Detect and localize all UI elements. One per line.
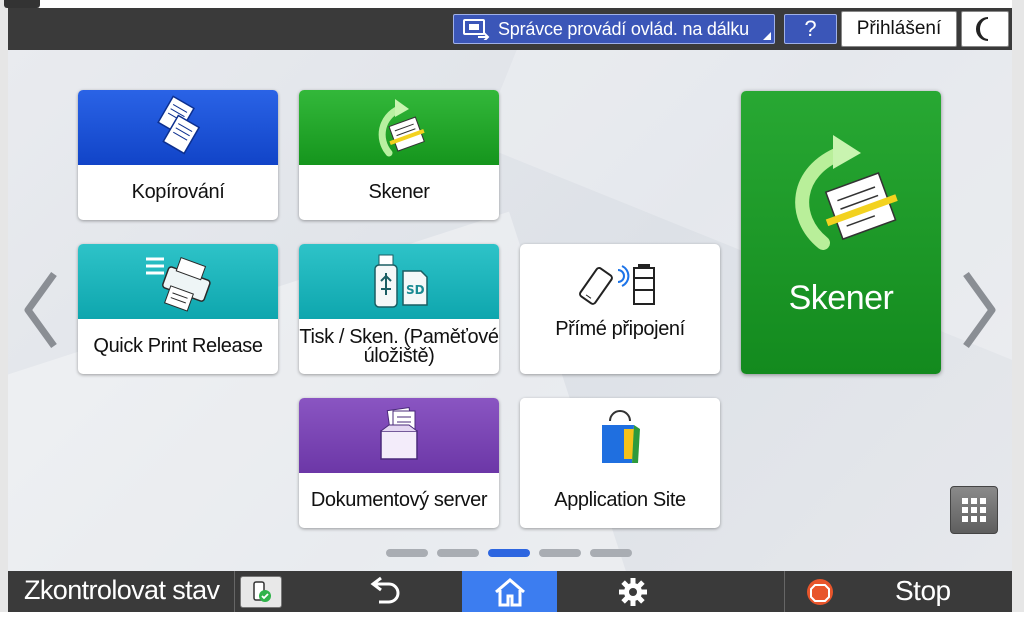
svg-text:SD: SD — [406, 283, 425, 297]
top-bar: Správce provádí ovlád. na dálku ? Přihlá… — [8, 8, 1012, 50]
tile-label: Tisk / Sken. (Paměťové úložiště) — [299, 325, 499, 367]
quick-print-icon — [146, 257, 211, 312]
remote-control-icon — [463, 19, 490, 40]
featured-label: Skener — [788, 279, 894, 317]
tile-label: Přímé připojení — [555, 317, 685, 340]
tile-application-site[interactable]: Application Site — [520, 398, 720, 528]
featured-scanner-tile[interactable]: Skener — [741, 91, 941, 374]
grid-icon — [962, 498, 986, 522]
energy-saver-button[interactable] — [961, 11, 1009, 47]
moon-icon — [976, 17, 989, 41]
stop-icon — [807, 579, 833, 605]
page-indicator — [386, 549, 632, 557]
previous-page-arrow[interactable] — [20, 270, 60, 350]
app-list-button[interactable] — [950, 486, 998, 534]
usb-sd-icon: SD — [374, 254, 428, 308]
page-dot[interactable] — [590, 549, 632, 557]
copy-icon — [157, 95, 201, 155]
screen-frame-right — [1012, 0, 1024, 628]
device-status-icon — [253, 581, 271, 602]
shopping-bag-icon — [602, 410, 640, 463]
page-dot[interactable] — [539, 549, 581, 557]
tile-label: Skener — [368, 181, 430, 203]
page-dot[interactable] — [437, 549, 479, 557]
scanner-icon — [795, 135, 898, 250]
page-dot[interactable] — [386, 549, 428, 557]
settings-gear-icon[interactable] — [618, 577, 648, 607]
tile-header: SD — [299, 244, 499, 319]
next-page-arrow[interactable] — [960, 270, 1000, 350]
tile-header — [299, 398, 499, 473]
tile-label: Quick Print Release — [93, 335, 263, 357]
tile-quick-print-release[interactable]: Quick Print Release — [78, 244, 278, 374]
scanner-icon — [378, 99, 425, 157]
tile-print-scan-storage[interactable]: SD Tisk / Sken. (Paměťové úložiště) — [299, 244, 499, 374]
tile-label: Dokumentový server — [310, 489, 488, 511]
bottom-bar: Zkontrolovat stav Stop — [8, 571, 1012, 612]
document-server-icon — [380, 407, 418, 460]
login-button[interactable]: Přihlášení — [841, 11, 957, 47]
tile-copy[interactable]: Kopírování — [78, 90, 278, 220]
home-button[interactable] — [462, 571, 557, 612]
expand-corner-icon — [763, 32, 771, 40]
back-arrow-icon[interactable] — [363, 576, 407, 608]
tile-label: Kopírování — [131, 181, 225, 203]
page-dot-active[interactable] — [488, 549, 530, 557]
tile-scanner[interactable]: Skener — [299, 90, 499, 220]
tile-header — [78, 244, 278, 319]
remote-control-button[interactable]: Správce provádí ovlád. na dálku — [453, 14, 775, 44]
tile-document-server[interactable]: Dokumentový server — [299, 398, 499, 528]
tile-label: Application Site — [554, 489, 686, 511]
stop-button[interactable]: Stop — [785, 571, 1012, 612]
tile-header — [299, 90, 499, 165]
help-button[interactable]: ? — [784, 14, 837, 44]
stop-label: Stop — [895, 575, 951, 606]
home-icon — [494, 577, 525, 606]
screen-frame-left — [0, 0, 8, 628]
remote-control-label: Správce provádí ovlád. na dálku — [498, 18, 749, 39]
frame-tab — [4, 0, 40, 8]
screen-frame-bottom — [0, 612, 1024, 628]
divider — [234, 571, 235, 612]
tile-direct-connection[interactable]: Přímé připojení — [520, 244, 720, 374]
home-screen: Kopírování Skener Quick Print Release SD… — [8, 50, 1012, 571]
tile-header — [520, 398, 720, 473]
check-status-button[interactable]: Zkontrolovat stav — [24, 575, 220, 606]
status-indicator[interactable] — [240, 576, 282, 608]
tile-header — [78, 90, 278, 165]
